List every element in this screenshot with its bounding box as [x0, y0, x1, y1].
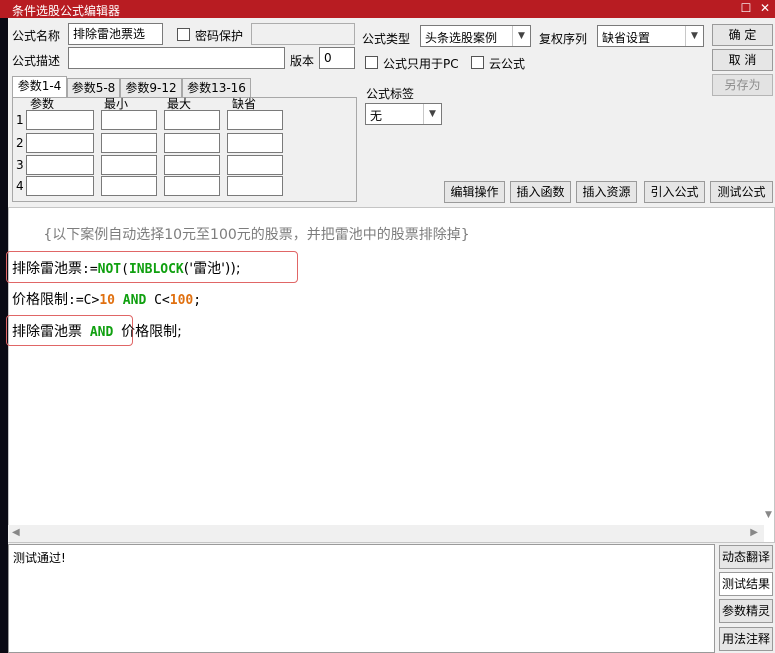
number: 100	[169, 293, 194, 308]
param-wizard-button[interactable]: 参数精灵	[719, 599, 773, 623]
version-input[interactable]: 0	[319, 47, 355, 69]
tag-label: 公式标签	[366, 87, 415, 101]
cloud-label: 云公式	[489, 57, 526, 71]
code-line-1: 排除雷池票:=NOT(INBLOCK('雷池'));	[12, 258, 241, 278]
param-default-input[interactable]	[227, 133, 283, 153]
param-row-number: 2	[16, 136, 24, 150]
horizontal-scrollbar[interactable]: ◀ ▶	[8, 525, 764, 542]
scroll-left-icon[interactable]: ◀	[12, 527, 20, 538]
save-as-button[interactable]: 另存为	[712, 74, 773, 96]
output-text: 测试通过!	[13, 551, 66, 565]
param-min-input[interactable]	[101, 110, 157, 130]
param-row-number: 4	[16, 179, 24, 193]
window-title: 条件选股公式编辑器	[12, 4, 121, 18]
keyword: AND	[89, 325, 114, 340]
code-line-3: 排除雷池票 AND 价格限制;	[12, 321, 182, 341]
rights-value: 缺省设置	[602, 31, 651, 45]
argument: ('雷池'));	[183, 261, 241, 277]
dynamic-translate-button[interactable]: 动态翻译	[719, 545, 773, 569]
param-max-input[interactable]	[164, 133, 220, 153]
formula-desc-input[interactable]	[68, 47, 285, 69]
formula-type-value: 头条选股案例	[425, 31, 498, 45]
formula-desc-label: 公式描述	[12, 54, 61, 68]
insert-resource-button[interactable]: 插入资源	[576, 181, 637, 203]
version-label: 版本	[290, 54, 315, 68]
param-min-input[interactable]	[101, 133, 157, 153]
pc-only-checkbox[interactable]	[365, 56, 378, 69]
var-name: 排除雷池票	[12, 324, 82, 340]
assign-op: :=	[82, 262, 98, 277]
rights-label: 复权序列	[539, 32, 588, 46]
number: 10	[99, 293, 115, 308]
param-name-input[interactable]	[26, 133, 94, 153]
var-name: 排除雷池票	[12, 261, 82, 277]
keyword: NOT	[97, 262, 122, 277]
usage-notes-button[interactable]: 用法注释	[719, 627, 773, 651]
code-line-2: 价格限制:=C>10 AND C<100;	[12, 289, 201, 309]
param-default-input[interactable]	[227, 110, 283, 130]
keyword: AND	[122, 293, 147, 308]
test-formula-button[interactable]: 测试公式	[710, 181, 773, 203]
semicolon: ;	[193, 293, 202, 308]
chevron-down-icon: ▼	[685, 26, 703, 46]
param-max-input[interactable]	[164, 176, 220, 196]
restore-icon[interactable]: ☐	[738, 1, 754, 16]
param-min-input[interactable]	[101, 176, 157, 196]
var-name: 价格限制;	[121, 324, 182, 340]
param-max-input[interactable]	[164, 110, 220, 130]
test-output-panel: 测试通过!	[8, 544, 715, 653]
scroll-right-icon[interactable]: ▶	[750, 527, 758, 538]
formula-name-input[interactable]: 排除雷池票选	[68, 23, 163, 45]
comment-text: {以下案例自动选择10元至100元的股票，并把雷池中的股票排除掉}	[43, 227, 470, 243]
edit-ops-button[interactable]: 编辑操作	[444, 181, 505, 203]
insert-function-button[interactable]: 插入函数	[510, 181, 571, 203]
cloud-checkbox[interactable]	[471, 56, 484, 69]
pc-only-label: 公式只用于PC	[383, 57, 459, 71]
password-checkbox[interactable]	[177, 28, 190, 41]
ok-button[interactable]: 确 定	[712, 24, 773, 46]
formula-type-select[interactable]: 头条选股案例 ▼	[420, 25, 531, 47]
param-name-input[interactable]	[26, 176, 94, 196]
tag-select[interactable]: 无 ▼	[365, 103, 442, 125]
close-icon[interactable]: ✕	[757, 1, 773, 16]
param-row-number: 1	[16, 113, 24, 127]
test-result-button[interactable]: 测试结果	[719, 572, 773, 596]
formula-type-label: 公式类型	[362, 32, 411, 46]
formula-name-label: 公式名称	[12, 29, 61, 43]
cancel-button[interactable]: 取 消	[712, 49, 773, 71]
var-name: 价格限制	[12, 292, 68, 308]
password-label: 密码保护	[195, 29, 244, 43]
password-input[interactable]	[251, 23, 355, 45]
title-bar: 条件选股公式编辑器 ☐ ✕	[0, 0, 775, 18]
scroll-down-icon[interactable]: ▼	[765, 510, 772, 520]
rights-select[interactable]: 缺省设置 ▼	[597, 25, 704, 47]
import-formula-button[interactable]: 引入公式	[644, 181, 705, 203]
param-row-number: 3	[16, 158, 24, 172]
keyword: INBLOCK	[128, 262, 184, 277]
condition: C>	[83, 293, 100, 308]
param-name-input[interactable]	[26, 110, 94, 130]
condition: C<	[154, 293, 170, 308]
param-max-input[interactable]	[164, 155, 220, 175]
assign-op: :=	[68, 293, 84, 308]
chevron-down-icon: ▼	[423, 104, 441, 124]
param-default-input[interactable]	[227, 155, 283, 175]
chevron-down-icon: ▼	[512, 26, 530, 46]
param-min-input[interactable]	[101, 155, 157, 175]
code-editor[interactable]: {以下案例自动选择10元至100元的股票，并把雷池中的股票排除掉} 排除雷池票:…	[6, 207, 775, 543]
param-name-input[interactable]	[26, 155, 94, 175]
tag-value: 无	[370, 109, 383, 123]
param-default-input[interactable]	[227, 176, 283, 196]
paren: (	[121, 262, 129, 277]
